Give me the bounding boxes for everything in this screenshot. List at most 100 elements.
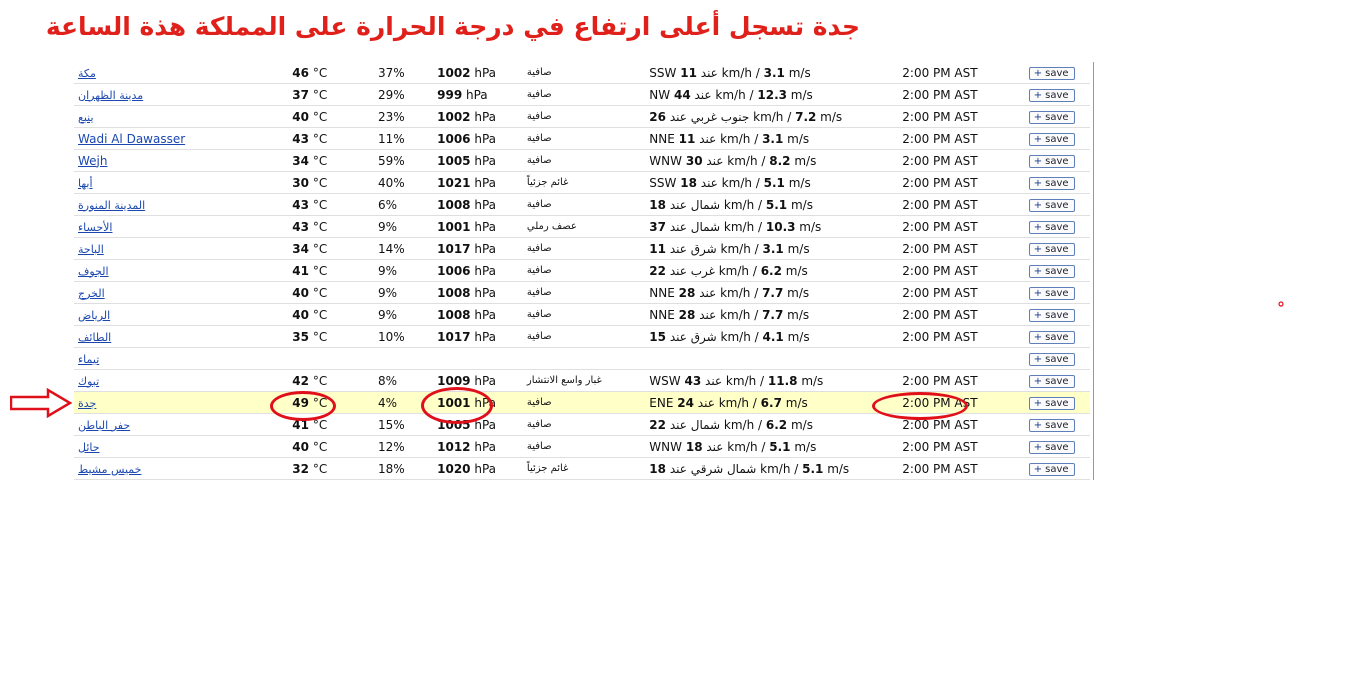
temperature-value: 40 [292, 439, 309, 454]
pressure-unit: hPa [470, 373, 497, 388]
city-link[interactable]: المدينة المنورة [78, 199, 145, 212]
stray-dot-icon [1278, 301, 1284, 307]
table-row: الجوف 41 °C 9% 1006 hPa صافية 22 غرب عند km/h… [74, 259, 1090, 282]
city-link[interactable]: مكة [78, 67, 96, 80]
city-link[interactable]: حائل [78, 441, 100, 454]
save-button[interactable]: + save [1028, 221, 1075, 234]
temperature-unit: °C [309, 439, 328, 454]
city-link[interactable]: الخرج [78, 287, 105, 300]
save-button[interactable]: + save [1028, 133, 1075, 146]
city-link[interactable]: Wadi Al Dawasser [78, 132, 185, 146]
save-cell: + save [1028, 171, 1090, 194]
save-button[interactable]: + save [1028, 353, 1075, 366]
save-label: save [1045, 398, 1069, 409]
save-label: save [1045, 112, 1069, 123]
temp-highlight-circle [270, 391, 336, 421]
observation-time: 2:00 PM AST [902, 215, 1029, 238]
pressure-value: 1002 [437, 109, 471, 124]
city-link[interactable]: مدينة الظهران [78, 89, 143, 102]
wind-speed-kmh: 18 [685, 439, 703, 454]
save-button[interactable]: + save [1028, 287, 1075, 300]
table-row: الطائف 35 °C 10% 1017 hPa صافية 15 شرق عند km… [74, 325, 1090, 348]
humidity-cell: 29% [377, 83, 438, 106]
temperature-value: 32 [292, 461, 309, 476]
city-link[interactable]: الرياض [78, 309, 110, 322]
save-button[interactable]: + save [1028, 89, 1075, 102]
save-label: save [1045, 178, 1069, 189]
wind-speed-ms: 3.1 [763, 65, 785, 80]
save-label: save [1045, 332, 1069, 343]
humidity-cell: 12% [377, 435, 438, 458]
save-cell: + save [1028, 325, 1090, 348]
wind-separator: شمال عند km/h / [666, 219, 766, 234]
wind-separator: شمال عند km/h / [666, 417, 766, 432]
save-button[interactable]: + save [1028, 463, 1075, 476]
city-link[interactable]: حفر الباطن [78, 419, 130, 432]
wind-speed-ms: 6.2 [765, 417, 788, 432]
wind-speed-kmh: 18 [680, 175, 697, 190]
city-link[interactable]: أبها [78, 177, 93, 190]
save-button[interactable]: + save [1028, 67, 1075, 80]
city-link[interactable]: خميس مشيط [78, 463, 141, 476]
temperature-value: 43 [292, 197, 309, 212]
wind-unit: m/s [784, 65, 811, 80]
save-button[interactable]: + save [1028, 265, 1075, 278]
wind-direction: WSW [649, 373, 681, 388]
city-link[interactable]: تيماء [78, 353, 99, 366]
wind-cell: 37 شمال عند km/h / 10.3 m/s [649, 215, 903, 238]
table-row: مكة 46 °C 37% 1002 hPa صافية SSW 11 عند km/h … [74, 62, 1090, 84]
save-cell: + save [1028, 105, 1090, 128]
condition-cell: صافية [526, 435, 650, 458]
pressure-value: 1006 [437, 131, 471, 146]
save-button[interactable]: + save [1028, 243, 1075, 256]
temperature-unit: °C [309, 307, 328, 322]
save-button[interactable]: + save [1028, 331, 1075, 344]
wind-direction: NNE [649, 307, 675, 322]
temperature-value: 40 [292, 285, 309, 300]
city-link[interactable]: ينبع [78, 111, 94, 124]
pressure-cell: 1017 hPa [437, 325, 527, 348]
save-button[interactable]: + save [1028, 155, 1075, 168]
save-label: save [1045, 420, 1069, 431]
pressure-unit: hPa [470, 65, 497, 80]
save-button[interactable]: + save [1028, 309, 1075, 322]
wind-unit: m/s [783, 307, 810, 322]
pressure-value: 1012 [437, 439, 471, 454]
save-button[interactable]: + save [1028, 419, 1075, 432]
table-row: الأحساء 43 °C 9% 1001 hPa عصف رملي 37 شمال عن… [74, 215, 1090, 238]
save-button[interactable]: + save [1028, 441, 1075, 454]
save-button[interactable]: + save [1028, 199, 1075, 212]
city-link[interactable]: الباحة [78, 243, 104, 256]
temperature-unit: °C [309, 461, 328, 476]
city-link[interactable]: الأحساء [78, 221, 112, 234]
wind-unit: m/s [783, 241, 810, 256]
city-cell: الباحة [74, 237, 293, 260]
condition-cell: صافية [526, 413, 650, 436]
save-button[interactable]: + save [1028, 375, 1075, 388]
plus-icon: + [1033, 398, 1043, 409]
wind-cell [649, 347, 903, 370]
pressure-unit: hPa [470, 263, 497, 278]
wind-cell: SSW 11 عند km/h / 3.1 m/s [649, 62, 903, 84]
city-link[interactable]: Wejh [78, 154, 107, 168]
save-label: save [1045, 200, 1069, 211]
wind-unit: m/s [781, 263, 808, 278]
city-link[interactable]: جدة [78, 397, 96, 410]
pressure-value: 1002 [437, 65, 471, 80]
observation-time: 2:00 PM AST [902, 127, 1029, 150]
observation-time: 2:00 PM AST [902, 237, 1029, 260]
city-link[interactable]: تبوك [78, 375, 99, 388]
pressure-unit: hPa [470, 153, 497, 168]
pressure-unit: hPa [470, 197, 497, 212]
wind-cell: NNE 11 عند km/h / 3.1 m/s [649, 127, 903, 150]
condition-cell: صافية [526, 281, 650, 304]
save-button[interactable]: + save [1028, 397, 1075, 410]
save-cell: + save [1028, 83, 1090, 106]
pressure-unit: hPa [470, 219, 497, 234]
city-link[interactable]: الجوف [78, 265, 109, 278]
save-button[interactable]: + save [1028, 111, 1075, 124]
temperature-cell: 32 °C [292, 457, 378, 480]
city-link[interactable]: الطائف [78, 331, 111, 344]
save-button[interactable]: + save [1028, 177, 1075, 190]
wind-unit: m/s [786, 87, 813, 102]
